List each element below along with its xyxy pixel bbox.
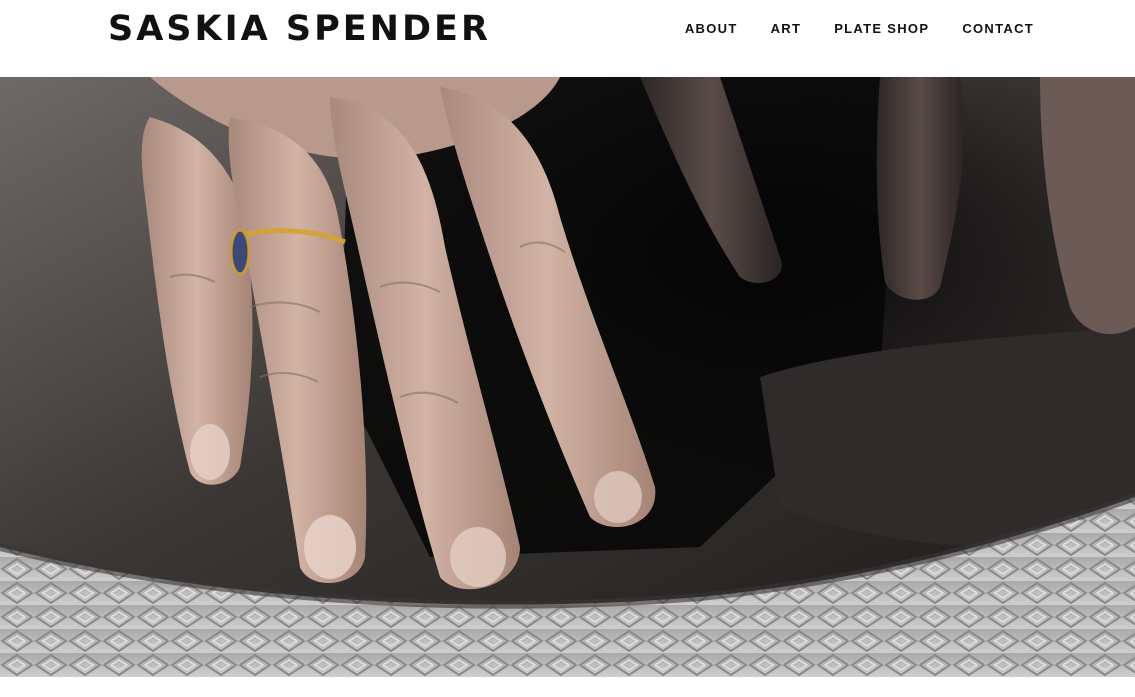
hero-image [0,77,1135,677]
nav-about[interactable]: ABOUT [685,21,738,37]
site-header: SASKIA SPENDER ABOUT ART PLATE SHOP CONT… [0,0,1135,77]
main-nav: ABOUT ART PLATE SHOP CONTACT [685,21,1034,37]
hands-on-clay-photo [0,77,1135,677]
nav-art[interactable]: ART [771,21,802,37]
nav-contact[interactable]: CONTACT [962,21,1034,37]
site-title-link[interactable]: SASKIA SPENDER [108,8,491,50]
nav-plate-shop[interactable]: PLATE SHOP [834,21,929,37]
